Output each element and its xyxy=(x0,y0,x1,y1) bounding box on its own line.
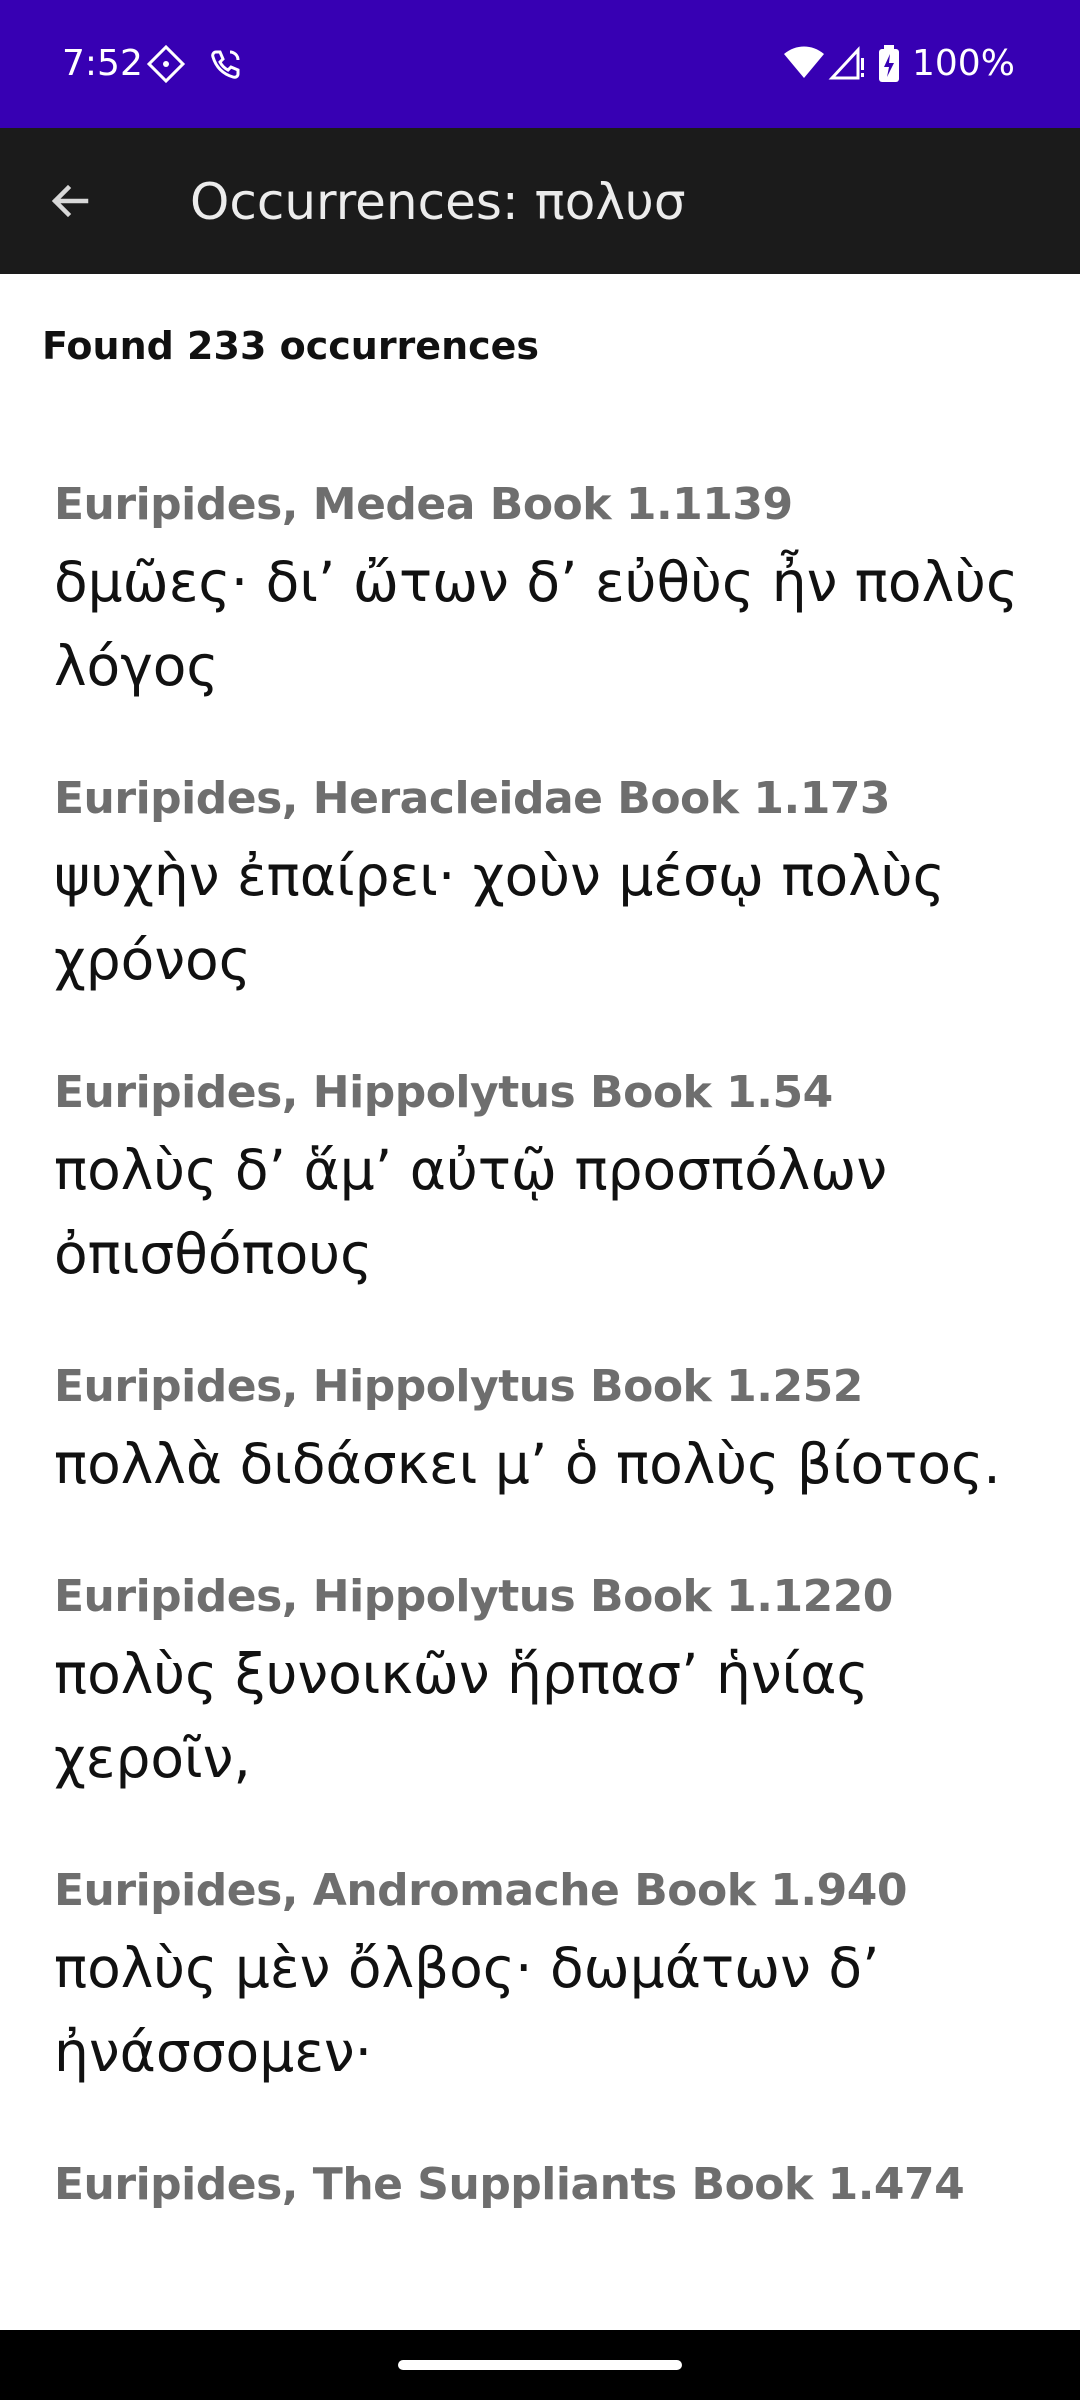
list-item[interactable]: Euripides, Hippolytus Book 1.54 πολὺς δ’… xyxy=(0,1058,1080,1296)
list-item[interactable]: Euripides, Medea Book 1.1139 δμῶες· δι’ … xyxy=(0,470,1080,708)
home-gesture-handle[interactable] xyxy=(398,2360,682,2370)
signal-icon xyxy=(828,44,868,89)
back-button[interactable] xyxy=(30,161,110,241)
navigation-bar xyxy=(0,2330,1080,2400)
occurrence-text: πολὺς ξυνοικῶν ἥρπασ’ ἡνίας χεροῖν, xyxy=(54,1642,869,1790)
occurrence-reference: Euripides, Hippolytus Book 1.1220 xyxy=(54,1571,893,1622)
occurrence-reference: Euripides, Medea Book 1.1139 xyxy=(54,479,793,530)
app-bar: Occurrences: πολυσ xyxy=(0,128,1080,274)
occurrence-text: πολὺς δ’ ἅμ’ αὐτῷ προσπόλων ὀπισθόπους xyxy=(54,1138,888,1286)
wifi-calling-icon xyxy=(206,44,246,89)
wifi-icon xyxy=(782,44,826,89)
occurrence-text: πολὺς μὲν ὄλβος· δωμάτων δ’ ἠνάσσομεν· xyxy=(54,1936,880,2084)
list-item[interactable]: Euripides, Hippolytus Book 1.252 πολλὰ δ… xyxy=(0,1352,1080,1506)
list-item[interactable]: Euripides, Andromache Book 1.940 πολὺς μ… xyxy=(0,1856,1080,2094)
occurrence-count: Found 233 occurrences xyxy=(42,324,540,368)
assistant-diamond-icon xyxy=(146,44,186,89)
occurrence-reference: Euripides, Hippolytus Book 1.54 xyxy=(54,1067,833,1118)
occurrence-reference: Euripides, The Suppliants Book 1.474 xyxy=(54,2159,965,2210)
list-item[interactable]: Euripides, Heracleidae Book 1.173 ψυχὴν … xyxy=(0,764,1080,1002)
occurrence-text: δμῶες· δι’ ὤτων δ’ εὐθὺς ἦν πολὺς λόγος xyxy=(54,550,1019,698)
status-bar: 7:52 100% xyxy=(0,0,1080,128)
status-time: 7:52 xyxy=(62,43,143,84)
occurrence-text: πολλὰ διδάσκει μ’ ὁ πολὺς βίοτος. xyxy=(54,1432,1001,1496)
occurrence-reference: Euripides, Hippolytus Book 1.252 xyxy=(54,1361,863,1412)
occurrence-reference: Euripides, Heracleidae Book 1.173 xyxy=(54,773,891,824)
list-item[interactable]: Euripides, Hippolytus Book 1.1220 πολὺς … xyxy=(0,1562,1080,1800)
battery-charging-icon xyxy=(876,44,902,89)
occurrence-list[interactable]: Euripides, Medea Book 1.1139 δμῶες· δι’ … xyxy=(0,470,1080,2330)
list-item[interactable]: Euripides, The Suppliants Book 1.474 xyxy=(0,2150,1080,2220)
occurrence-reference: Euripides, Andromache Book 1.940 xyxy=(54,1865,907,1916)
page-title: Occurrences: πολυσ xyxy=(190,173,686,231)
arrow-left-icon xyxy=(51,184,89,218)
battery-percentage: 100% xyxy=(912,43,1015,84)
occurrence-text: ψυχὴν ἐπαίρει· χοὺν μέσῳ πολὺς χρόνος xyxy=(54,844,945,992)
